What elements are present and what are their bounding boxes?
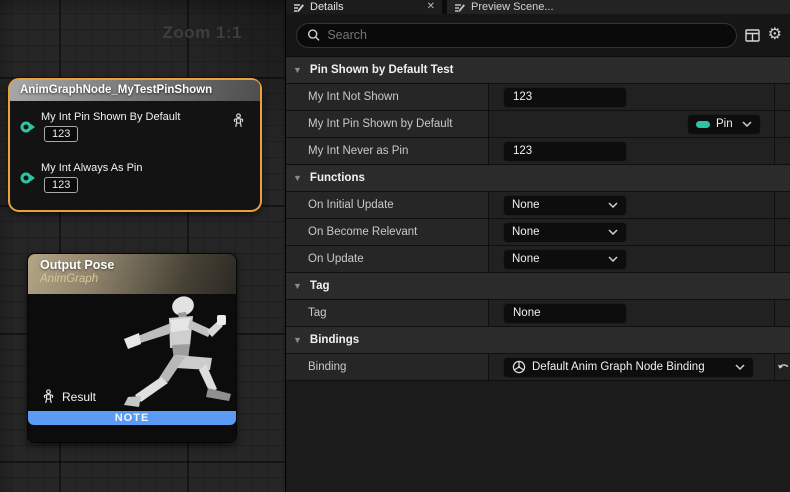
property-row-on-update: On Update None	[286, 246, 790, 273]
chevron-down-icon	[608, 202, 618, 208]
on-initial-update-dropdown[interactable]: None	[503, 195, 627, 216]
property-row-my-int-pin-shown-by-default: My Int Pin Shown by Default Pin	[286, 111, 790, 138]
anim-graph-canvas[interactable]: Zoom 1:1 AnimGraphNode_MyTestPinShown My…	[0, 0, 285, 492]
property-label: Tag	[308, 307, 327, 319]
property-row-binding: Binding Default Anim Graph Node Binding	[286, 354, 790, 381]
property-label: My Int Pin Shown by Default	[308, 118, 452, 130]
property-row-my-int-never-as-pin: My Int Never as Pin 123	[286, 138, 790, 165]
details-pencil-icon	[293, 2, 305, 13]
chevron-down-icon	[608, 256, 618, 262]
on-become-relevant-dropdown[interactable]: None	[503, 222, 627, 243]
details-toolbar: ⚙	[286, 14, 790, 57]
note-badge[interactable]: NOTE	[28, 411, 236, 425]
details-panel: Details ✕ Preview Scene...	[285, 0, 790, 492]
chevron-down-icon	[735, 364, 745, 370]
zoom-level-label: Zoom 1:1	[162, 23, 242, 43]
result-pin-label: Result	[62, 390, 96, 404]
chevron-down-icon: ▼	[293, 65, 302, 75]
property-label: On Initial Update	[308, 199, 394, 211]
tab-label: Details	[310, 1, 344, 13]
on-update-dropdown[interactable]: None	[503, 249, 627, 270]
property-label: On Update	[308, 253, 364, 265]
anim-graph-node-mytestpinshown[interactable]: AnimGraphNode_MyTestPinShown My Int Pin …	[8, 78, 262, 212]
tab-strip: Details ✕ Preview Scene...	[286, 0, 790, 14]
property-label: My Int Never as Pin	[308, 145, 408, 157]
output-pose-node[interactable]: Output Pose AnimGraph	[27, 253, 237, 443]
property-row-on-initial-update: On Initial Update None	[286, 192, 790, 219]
tag-input[interactable]: None	[503, 303, 627, 324]
pin-value-input[interactable]: 123	[44, 126, 78, 142]
running-mannequin-image	[86, 292, 236, 427]
chevron-down-icon: ▼	[293, 281, 302, 291]
pin-label: My Int Always As Pin	[41, 162, 142, 174]
my-int-not-shown-input[interactable]: 123	[503, 87, 627, 108]
display-filter-icon[interactable]	[745, 29, 760, 42]
node-title-bar[interactable]: Output Pose AnimGraph	[28, 254, 236, 294]
tab-preview-scene[interactable]: Preview Scene...	[447, 0, 790, 14]
details-pencil-icon	[454, 2, 466, 13]
pin-mode-dropdown[interactable]: Pin	[687, 114, 761, 135]
int-pin-icon[interactable]	[20, 120, 36, 134]
result-pin-row[interactable]: Result	[41, 389, 96, 404]
section-header-functions[interactable]: ▼ Functions	[286, 165, 790, 192]
search-input[interactable]	[327, 28, 725, 42]
node-title: Output Pose	[40, 258, 224, 272]
chevron-down-icon	[608, 229, 618, 235]
property-row-on-become-relevant: On Become Relevant None	[286, 219, 790, 246]
my-int-never-as-pin-input[interactable]: 123	[503, 141, 627, 162]
property-row-my-int-not-shown: My Int Not Shown 123	[286, 84, 790, 111]
property-row-tag: Tag None	[286, 300, 790, 327]
chevron-down-icon: ▼	[293, 335, 302, 345]
binding-wheel-icon	[512, 360, 526, 374]
property-label: My Int Not Shown	[308, 91, 399, 103]
section-header-pin-shown-by-default-test[interactable]: ▼ Pin Shown by Default Test	[286, 57, 790, 84]
property-label: Binding	[308, 361, 346, 373]
chevron-down-icon	[742, 121, 752, 127]
gear-icon[interactable]: ⚙	[768, 27, 782, 43]
search-icon	[307, 28, 320, 42]
pin-value-input[interactable]: 123	[44, 177, 78, 193]
section-header-tag[interactable]: ▼ Tag	[286, 273, 790, 300]
pin-row-always-as-pin: My Int Always As Pin 123	[20, 162, 142, 193]
pose-person-icon[interactable]	[41, 389, 56, 404]
close-icon[interactable]: ✕	[427, 1, 435, 13]
chevron-down-icon: ▼	[293, 173, 302, 183]
animation-blueprint-editor: Zoom 1:1 AnimGraphNode_MyTestPinShown My…	[0, 0, 790, 492]
pin-row-shown-by-default: My Int Pin Shown By Default 123	[20, 111, 180, 142]
search-box[interactable]	[296, 23, 737, 48]
empty-panel-area	[286, 381, 790, 492]
reset-arrow-icon[interactable]	[777, 362, 789, 372]
person-icon[interactable]	[231, 113, 246, 128]
int-pin-icon[interactable]	[20, 171, 36, 185]
node-title[interactable]: AnimGraphNode_MyTestPinShown	[10, 80, 260, 101]
node-subtitle: AnimGraph	[40, 273, 224, 285]
node-body: Result NOTE	[28, 294, 236, 427]
property-rows: ▼ Pin Shown by Default Test My Int Not S…	[286, 57, 790, 492]
tab-details[interactable]: Details ✕	[286, 0, 442, 14]
property-label: On Become Relevant	[308, 226, 417, 238]
tab-label: Preview Scene...	[471, 1, 554, 13]
pin-label: My Int Pin Shown By Default	[41, 111, 180, 123]
pin-pill-icon	[696, 121, 710, 128]
section-header-bindings[interactable]: ▼ Bindings	[286, 327, 790, 354]
binding-dropdown[interactable]: Default Anim Graph Node Binding	[503, 357, 754, 378]
